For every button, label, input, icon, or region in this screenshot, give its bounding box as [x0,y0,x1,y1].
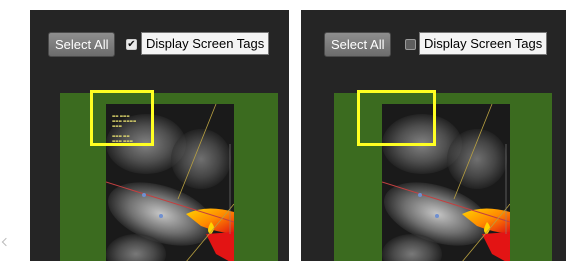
panel-tags-hidden: Select All Display Screen Tags [301,10,566,261]
highlight-box [357,90,436,146]
select-all-button[interactable]: Select All [324,32,392,57]
display-screen-tags-label[interactable]: Display Screen Tags [419,32,548,55]
panel-tags-shown: Select All ✔ Display Screen Tags ▬▬ ▬▬▬ … [30,10,289,261]
select-all-button[interactable]: Select All [48,32,116,57]
scroll-left-chevron-icon [1,237,11,247]
display-screen-tags-checkbox[interactable] [405,39,416,50]
highlight-box [90,90,154,146]
display-screen-tags-checkbox[interactable]: ✔ [126,39,137,50]
display-screen-tags-label[interactable]: Display Screen Tags [141,32,270,55]
